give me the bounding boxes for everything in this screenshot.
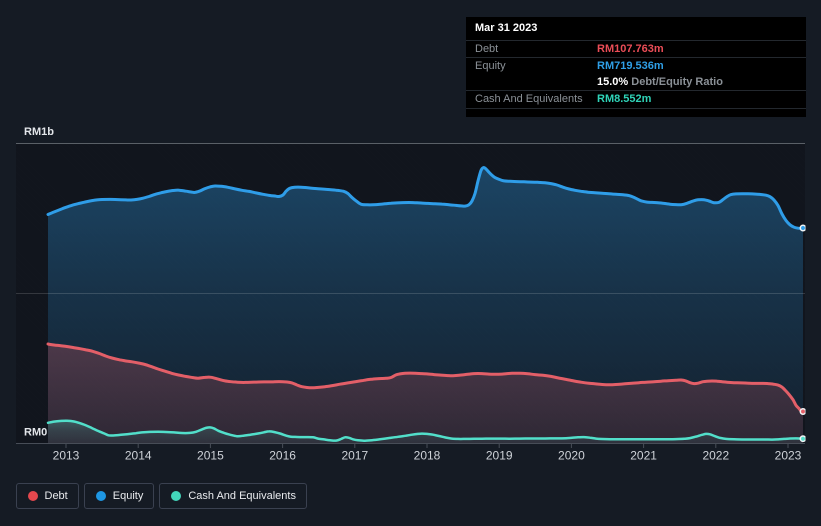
svg-text:2016: 2016 — [269, 449, 296, 463]
svg-text:2023: 2023 — [775, 449, 802, 463]
svg-text:2020: 2020 — [558, 449, 585, 463]
svg-text:2013: 2013 — [53, 449, 80, 463]
svg-text:2015: 2015 — [197, 449, 224, 463]
svg-text:2018: 2018 — [414, 449, 441, 463]
svg-text:RM1b: RM1b — [24, 126, 54, 138]
svg-text:2022: 2022 — [702, 449, 729, 463]
svg-text:2019: 2019 — [486, 449, 513, 463]
svg-text:2014: 2014 — [125, 449, 152, 463]
svg-text:2017: 2017 — [341, 449, 368, 463]
svg-text:RM0: RM0 — [24, 427, 47, 439]
svg-text:2021: 2021 — [630, 449, 657, 463]
